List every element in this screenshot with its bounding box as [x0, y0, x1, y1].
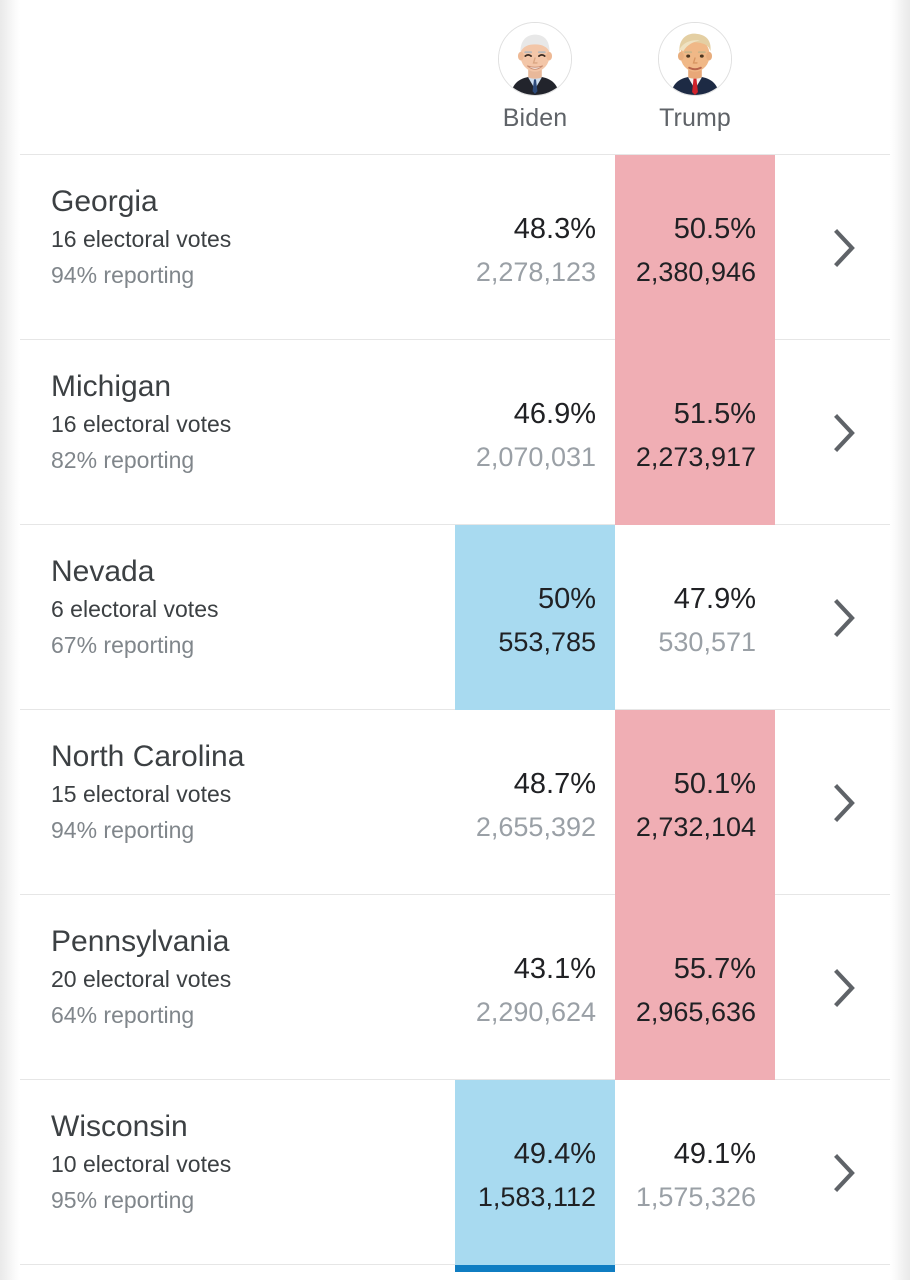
next-row-highlight [455, 1265, 615, 1272]
chevron-right-icon[interactable] [821, 710, 867, 895]
trump-percentage: 47.9% [615, 577, 756, 621]
state-reporting-pct: 94% reporting [51, 812, 244, 848]
biden-vote-count: 2,070,031 [455, 436, 596, 478]
biden-result: 48.7%2,655,392 [455, 762, 615, 848]
trump-percentage: 50.5% [615, 207, 756, 251]
state-reporting-pct: 67% reporting [51, 627, 218, 663]
trump-result: 51.5%2,273,917 [615, 392, 775, 478]
state-name: Nevada [51, 553, 218, 591]
election-results-page: Biden [0, 0, 910, 1280]
trump-avatar [658, 22, 732, 96]
candidates-header: Biden [18, 0, 893, 155]
results-card: Biden [18, 0, 893, 1280]
biden-vote-count: 2,278,123 [455, 251, 596, 293]
biden-result: 43.1%2,290,624 [455, 947, 615, 1033]
table-row[interactable]: Nevada6 electoral votes67% reporting50%5… [18, 525, 893, 710]
state-electoral-votes: 10 electoral votes [51, 1146, 231, 1182]
biden-vote-count: 2,655,392 [455, 806, 596, 848]
table-row[interactable]: Pennsylvania20 electoral votes64% report… [18, 895, 893, 1080]
state-reporting-pct: 82% reporting [51, 442, 231, 478]
candidate-column-biden: Biden [455, 22, 615, 133]
biden-percentage: 43.1% [455, 947, 596, 991]
state-name: North Carolina [51, 738, 244, 776]
page-right-edge-shadow [890, 0, 910, 1280]
state-info: Nevada6 electoral votes67% reporting [51, 553, 218, 663]
candidate-name-trump: Trump [615, 104, 775, 133]
trump-vote-count: 2,965,636 [615, 991, 756, 1033]
biden-vote-count: 553,785 [455, 621, 596, 663]
table-row[interactable]: Georgia16 electoral votes94% reporting 48… [18, 155, 893, 340]
trump-result: 49.1%1,575,326 [615, 1132, 775, 1218]
biden-avatar [498, 22, 572, 96]
chevron-right-icon[interactable] [821, 895, 867, 1080]
trump-percentage: 51.5% [615, 392, 756, 436]
chevron-right-icon[interactable] [821, 525, 867, 710]
state-results-list: Georgia16 electoral votes94% reporting48… [18, 155, 893, 1272]
chevron-right-icon[interactable] [821, 340, 867, 525]
biden-percentage: 48.7% [455, 762, 596, 806]
table-row[interactable]: Michigan16 electoral votes82% reporting 4… [18, 340, 893, 525]
trump-result: 50.5%2,380,946 [615, 207, 775, 293]
state-electoral-votes: 16 electoral votes [51, 406, 231, 442]
state-reporting-pct: 64% reporting [51, 997, 231, 1033]
state-info: Wisconsin10 electoral votes95% reporting [51, 1108, 231, 1218]
trump-result: 47.9%530,571 [615, 577, 775, 663]
state-name: Georgia [51, 183, 231, 221]
trump-vote-count: 2,273,917 [615, 436, 756, 478]
biden-result: 48.3%2,278,123 [455, 207, 615, 293]
candidate-name-biden: Biden [455, 104, 615, 133]
trump-vote-count: 2,380,946 [615, 251, 756, 293]
trump-percentage: 50.1% [615, 762, 756, 806]
table-row[interactable]: North Carolina15 electoral votes94% repo… [18, 710, 893, 895]
trump-percentage: 55.7% [615, 947, 756, 991]
state-info: Pennsylvania20 electoral votes64% report… [51, 923, 231, 1033]
state-info: Georgia16 electoral votes94% reporting [51, 183, 231, 293]
state-name: Pennsylvania [51, 923, 231, 961]
state-electoral-votes: 15 electoral votes [51, 776, 244, 812]
state-electoral-votes: 20 electoral votes [51, 961, 231, 997]
chevron-right-icon[interactable] [821, 155, 867, 340]
next-row-partial[interactable] [18, 1265, 893, 1272]
state-electoral-votes: 6 electoral votes [51, 591, 218, 627]
state-info: Michigan16 electoral votes82% reporting [51, 368, 231, 478]
trump-result: 55.7%2,965,636 [615, 947, 775, 1033]
biden-percentage: 46.9% [455, 392, 596, 436]
trump-vote-count: 2,732,104 [615, 806, 756, 848]
state-reporting-pct: 95% reporting [51, 1182, 231, 1218]
state-info: North Carolina15 electoral votes94% repo… [51, 738, 244, 848]
trump-vote-count: 530,571 [615, 621, 756, 663]
trump-percentage: 49.1% [615, 1132, 756, 1176]
candidate-column-trump: Trump [615, 22, 775, 133]
chevron-right-icon[interactable] [821, 1080, 867, 1265]
biden-percentage: 48.3% [455, 207, 596, 251]
table-row[interactable]: Wisconsin10 electoral votes95% reporting… [18, 1080, 893, 1265]
biden-result: 46.9%2,070,031 [455, 392, 615, 478]
biden-vote-count: 2,290,624 [455, 991, 596, 1033]
biden-result: 49.4%1,583,112 [455, 1132, 615, 1218]
state-electoral-votes: 16 electoral votes [51, 221, 231, 257]
state-reporting-pct: 94% reporting [51, 257, 231, 293]
biden-result: 50%553,785 [455, 577, 615, 663]
biden-vote-count: 1,583,112 [455, 1176, 596, 1218]
trump-result: 50.1%2,732,104 [615, 762, 775, 848]
biden-percentage: 49.4% [455, 1132, 596, 1176]
state-name: Michigan [51, 368, 231, 406]
trump-vote-count: 1,575,326 [615, 1176, 756, 1218]
page-left-edge-shadow [0, 0, 20, 1280]
state-name: Wisconsin [51, 1108, 231, 1146]
biden-percentage: 50% [455, 577, 596, 621]
